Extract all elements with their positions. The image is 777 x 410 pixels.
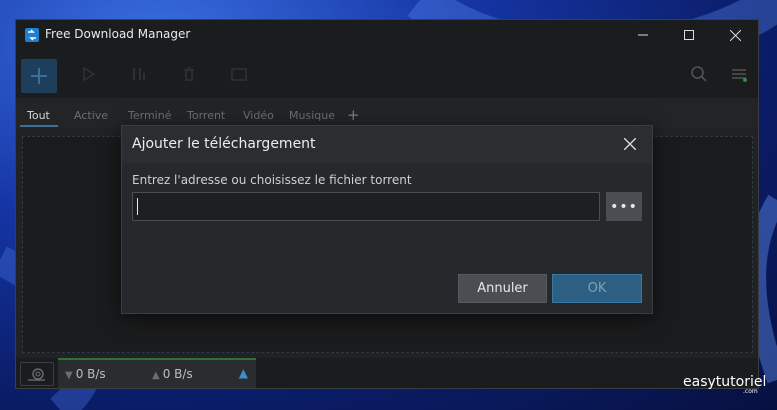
plus-icon <box>31 68 47 84</box>
ok-button[interactable]: OK <box>552 274 642 303</box>
trash-icon <box>184 67 194 81</box>
filter-tabs: Tout Active Terminé Torrent Vidéo Musiqu… <box>16 98 758 128</box>
minimize-button[interactable] <box>620 20 666 50</box>
url-field-label: Entrez l'adresse ou choisissez le fichie… <box>132 173 412 187</box>
folder-move-icon <box>231 68 247 81</box>
dialog-title: Ajouter le téléchargement <box>132 136 316 152</box>
snail-icon <box>28 368 45 381</box>
dialog-close-button[interactable] <box>620 134 640 154</box>
app-logo-icon <box>25 28 39 42</box>
upload-speed: ▲ 0 B/s <box>152 367 193 381</box>
cancel-button[interactable]: Annuler <box>458 274 547 303</box>
close-window-button[interactable] <box>712 20 758 50</box>
maximize-icon <box>684 30 694 40</box>
down-arrow-icon: ▼ <box>65 370 73 381</box>
tab-all[interactable]: Tout <box>27 109 50 122</box>
add-download-dialog: Ajouter le téléchargement Entrez l'adres… <box>121 125 653 314</box>
add-download-button[interactable] <box>21 59 57 93</box>
play-icon <box>83 66 96 82</box>
browse-file-button[interactable]: ••• <box>606 192 642 221</box>
dialog-header: Ajouter le téléchargement <box>122 126 652 163</box>
pause-button[interactable] <box>121 59 157 89</box>
status-bar: ▼ 0 B/s ▲ 0 B/s ▲ <box>16 358 758 388</box>
close-icon <box>729 29 741 41</box>
move-button[interactable] <box>221 59 257 89</box>
speed-limit-button[interactable] <box>20 362 54 386</box>
start-button[interactable] <box>71 59 107 89</box>
menu-button[interactable] <box>721 59 757 89</box>
tab-video[interactable]: Vidéo <box>243 109 274 122</box>
search-button[interactable] <box>681 59 717 89</box>
download-speed: ▼ 0 B/s <box>65 367 106 381</box>
maximize-button[interactable] <box>666 20 712 50</box>
hamburger-menu-icon <box>732 69 747 82</box>
close-icon <box>624 138 636 150</box>
minimize-icon <box>638 34 648 36</box>
delete-button[interactable] <box>171 59 207 89</box>
title-bar: Free Download Manager <box>16 20 758 50</box>
tab-torrent[interactable]: Torrent <box>187 109 225 122</box>
active-tab-indicator <box>20 125 58 127</box>
watermark-suffix: .com <box>743 388 758 395</box>
tab-music[interactable]: Musique <box>289 109 335 122</box>
pause-icon <box>133 68 145 80</box>
url-input[interactable] <box>132 192 600 221</box>
up-arrow-icon: ▲ <box>152 370 160 381</box>
window-title: Free Download Manager <box>45 27 191 41</box>
chevron-up-icon[interactable]: ▲ <box>239 366 248 380</box>
text-cursor <box>137 198 138 215</box>
add-tab-button[interactable]: + <box>347 106 360 124</box>
toolbar <box>16 50 758 98</box>
speed-panel[interactable]: ▼ 0 B/s ▲ 0 B/s ▲ <box>58 358 256 388</box>
search-icon <box>691 66 707 82</box>
tab-completed[interactable]: Terminé <box>128 109 171 122</box>
tab-active[interactable]: Active <box>74 109 108 122</box>
